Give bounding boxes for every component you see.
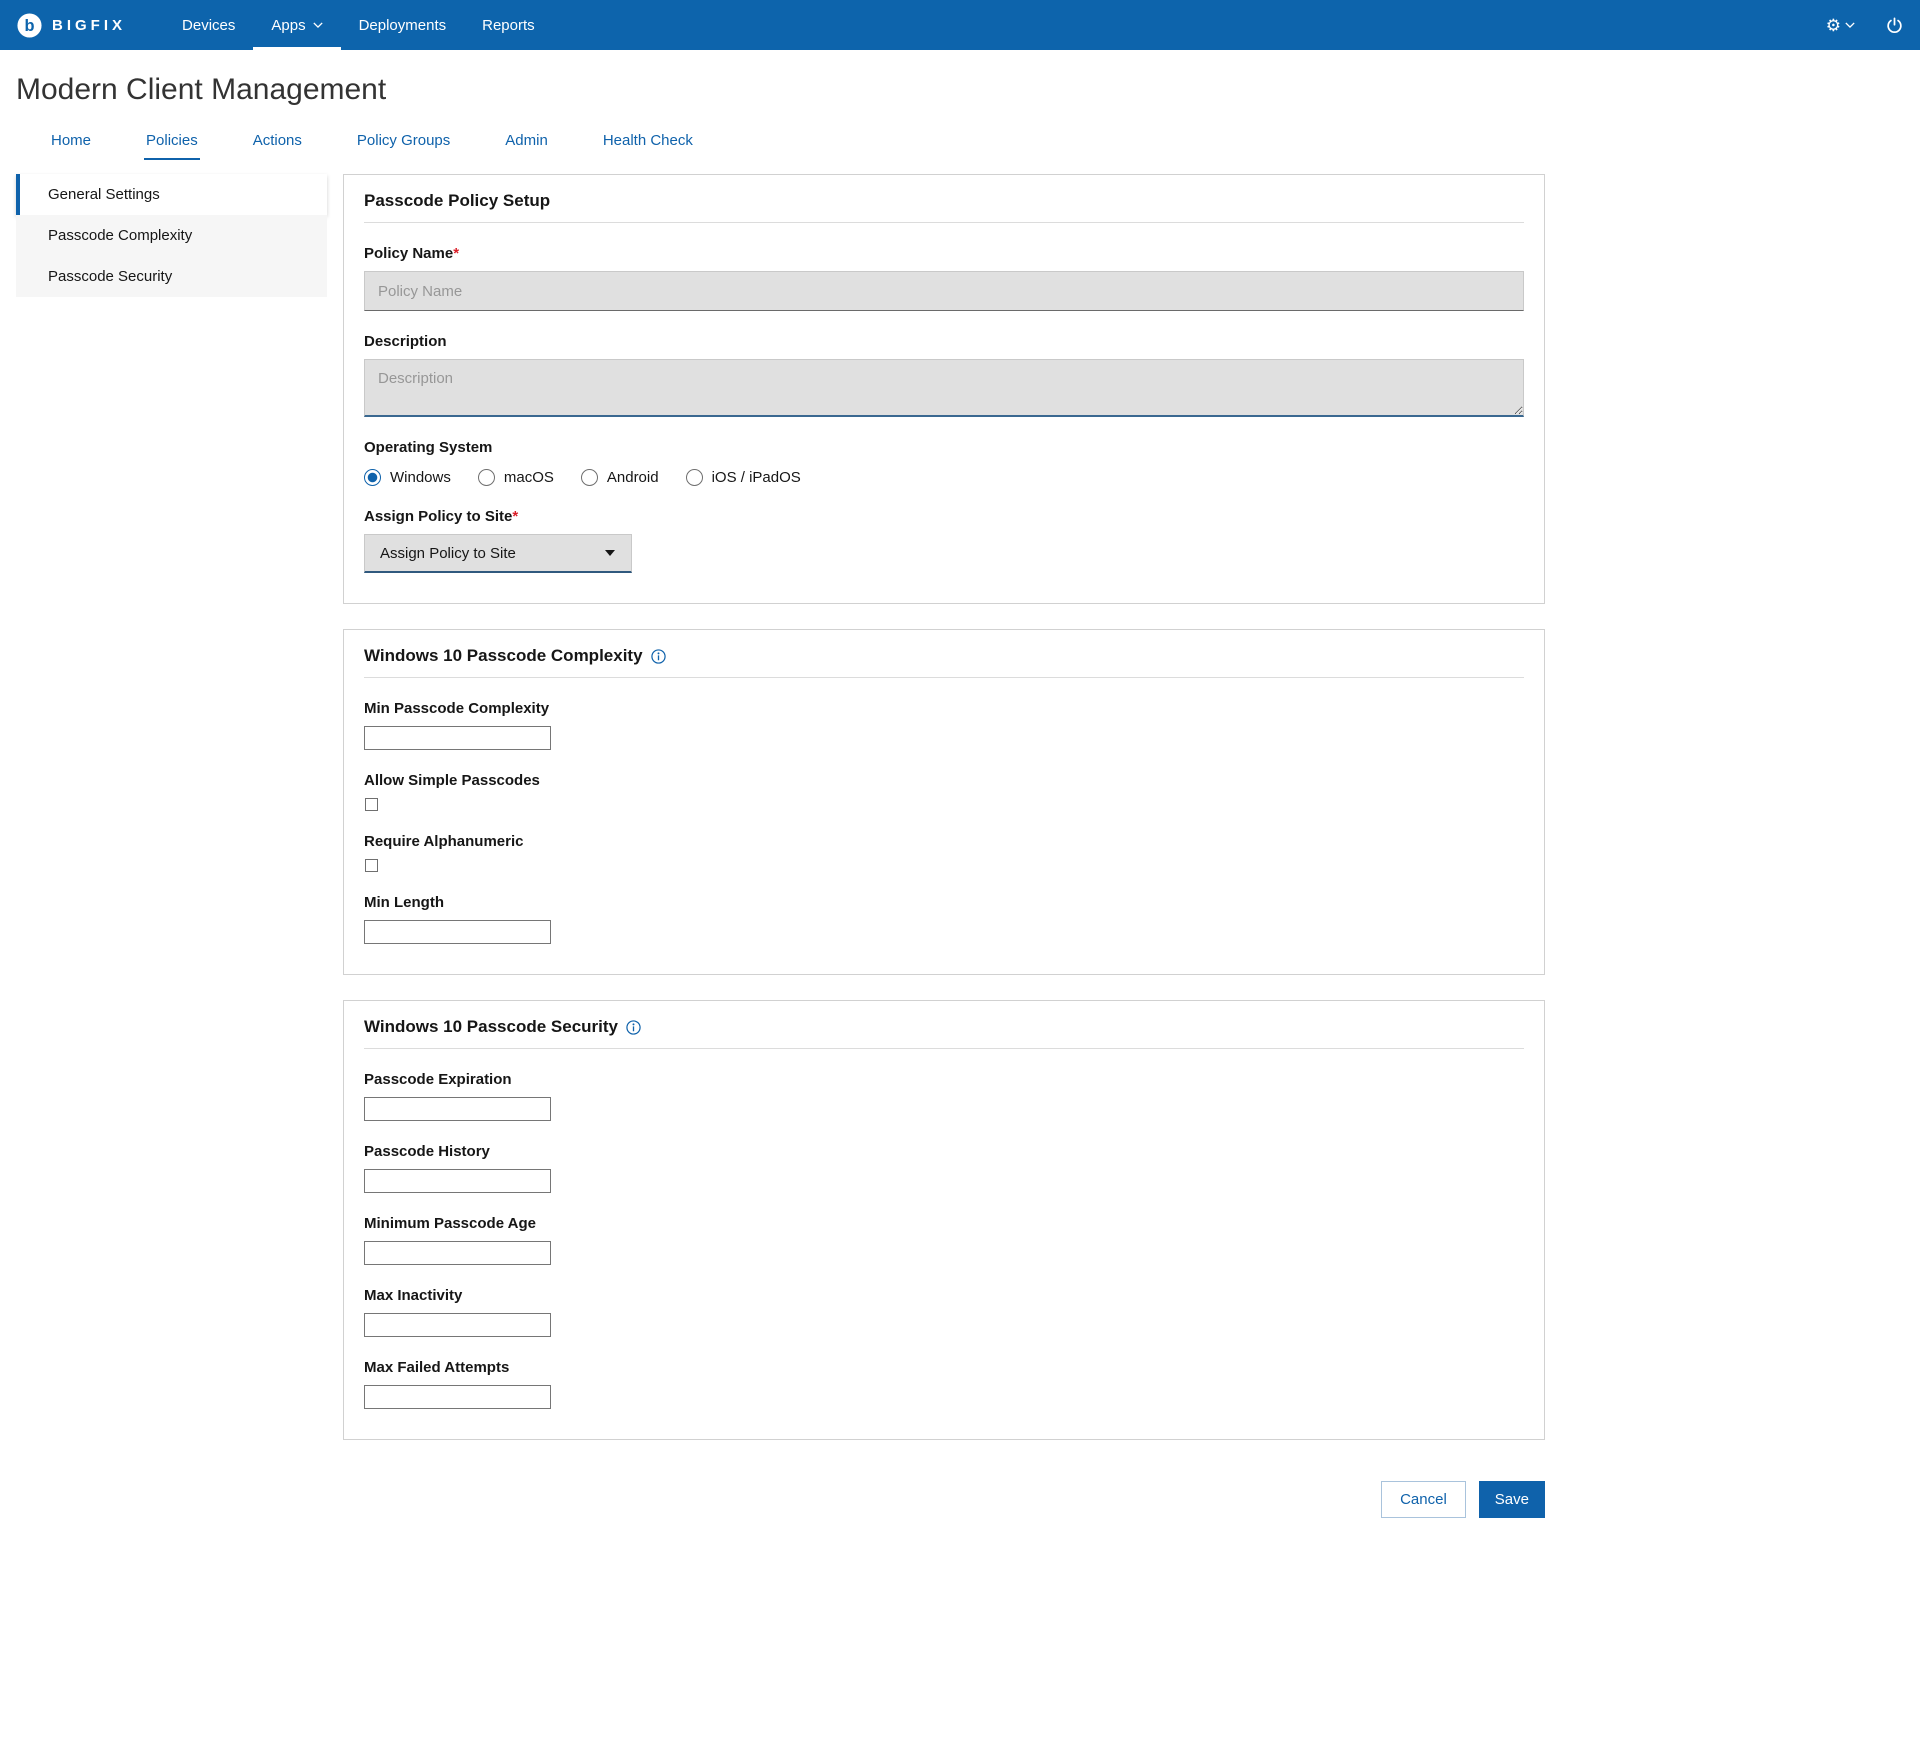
- page-title: Modern Client Management: [0, 50, 1920, 122]
- passcode-policy-setup-panel: Passcode Policy Setup Policy Name* Descr…: [343, 174, 1545, 604]
- operating-system-radio-group: Windows macOS Android iOS / iPadOS: [364, 469, 1524, 486]
- nav-item-deployments[interactable]: Deployments: [341, 0, 465, 50]
- dropdown-selected-value: Assign Policy to Site: [380, 545, 516, 562]
- max-failed-attempts-input[interactable]: [364, 1385, 551, 1409]
- min-length-input[interactable]: [364, 920, 551, 944]
- policy-sidebar: General Settings Passcode Complexity Pas…: [16, 174, 327, 297]
- passcode-expiration-input[interactable]: [364, 1097, 551, 1121]
- passcode-history-input[interactable]: [364, 1169, 551, 1193]
- allow-simple-passcodes-label: Allow Simple Passcodes: [364, 772, 1524, 789]
- assign-site-label-text: Assign Policy to Site: [364, 508, 512, 525]
- bigfix-logo-icon: b: [16, 12, 43, 39]
- tab-actions[interactable]: Actions: [251, 122, 304, 160]
- chevron-down-icon: [313, 20, 323, 30]
- sidebar-item-general-settings[interactable]: General Settings: [16, 174, 327, 215]
- sidebar-item-passcode-complexity[interactable]: Passcode Complexity: [16, 215, 327, 256]
- panel-header: Passcode Policy Setup: [364, 191, 1524, 223]
- footer-action-bar: Cancel Save: [0, 1465, 1920, 1578]
- panel-title: Windows 10 Passcode Complexity: [364, 646, 643, 666]
- required-marker: *: [453, 245, 459, 262]
- main-form-area: Passcode Policy Setup Policy Name* Descr…: [343, 174, 1545, 1465]
- policy-name-label-text: Policy Name: [364, 245, 453, 262]
- primary-nav: Devices Apps Deployments Reports: [164, 0, 553, 50]
- radio-label-ios-ipados: iOS / iPadOS: [712, 469, 801, 486]
- chevron-down-icon: [1845, 20, 1855, 30]
- save-button[interactable]: Save: [1479, 1481, 1545, 1518]
- brand-name: BIGFIX: [52, 17, 126, 34]
- tab-home[interactable]: Home: [49, 122, 93, 160]
- dropdown-caret-icon: [604, 549, 616, 557]
- minimum-passcode-age-input[interactable]: [364, 1241, 551, 1265]
- panel-title: Passcode Policy Setup: [364, 191, 550, 211]
- passcode-security-panel: Windows 10 Passcode Security Passcode Ex…: [343, 1000, 1545, 1440]
- require-alphanumeric-checkbox[interactable]: [365, 859, 378, 872]
- bigfix-logo[interactable]: b BIGFIX: [16, 12, 126, 39]
- power-icon: [1885, 16, 1904, 35]
- passcode-complexity-panel: Windows 10 Passcode Complexity Min Passc…: [343, 629, 1545, 975]
- tab-policies[interactable]: Policies: [144, 122, 200, 160]
- settings-gear-button[interactable]: ⚙: [1826, 17, 1855, 34]
- radio-label-android: Android: [607, 469, 659, 486]
- radio-option-ios-ipados[interactable]: iOS / iPadOS: [686, 469, 801, 486]
- max-failed-attempts-label: Max Failed Attempts: [364, 1359, 1524, 1376]
- nav-item-reports[interactable]: Reports: [464, 0, 553, 50]
- required-marker: *: [512, 508, 518, 525]
- cancel-button[interactable]: Cancel: [1381, 1481, 1466, 1518]
- macos-radio[interactable]: [478, 469, 495, 486]
- power-button[interactable]: [1885, 16, 1904, 35]
- min-passcode-complexity-input[interactable]: [364, 726, 551, 750]
- tab-admin[interactable]: Admin: [503, 122, 550, 160]
- tab-policy-groups[interactable]: Policy Groups: [355, 122, 452, 160]
- require-alphanumeric-label: Require Alphanumeric: [364, 833, 1524, 850]
- nav-item-apps-label: Apps: [271, 17, 305, 34]
- content-area: General Settings Passcode Complexity Pas…: [0, 160, 1920, 1465]
- max-inactivity-input[interactable]: [364, 1313, 551, 1337]
- min-passcode-complexity-label: Min Passcode Complexity: [364, 700, 1524, 717]
- policy-name-label: Policy Name*: [364, 245, 1524, 262]
- android-radio[interactable]: [581, 469, 598, 486]
- assign-policy-to-site-label: Assign Policy to Site*: [364, 508, 1524, 525]
- svg-text:b: b: [24, 16, 34, 34]
- gear-icon: ⚙: [1826, 17, 1841, 34]
- policy-name-input[interactable]: [364, 271, 1524, 311]
- tab-bar: Home Policies Actions Policy Groups Admi…: [0, 122, 1920, 160]
- passcode-history-label: Passcode History: [364, 1143, 1524, 1160]
- panel-header: Windows 10 Passcode Complexity: [364, 646, 1524, 678]
- min-length-label: Min Length: [364, 894, 1524, 911]
- ios-ipados-radio[interactable]: [686, 469, 703, 486]
- panel-header: Windows 10 Passcode Security: [364, 1017, 1524, 1049]
- assign-policy-to-site-dropdown[interactable]: Assign Policy to Site: [364, 534, 632, 573]
- panel-title: Windows 10 Passcode Security: [364, 1017, 618, 1037]
- description-textarea[interactable]: [364, 359, 1524, 417]
- description-label: Description: [364, 333, 1524, 350]
- radio-option-macos[interactable]: macOS: [478, 469, 554, 486]
- tab-health-check[interactable]: Health Check: [601, 122, 695, 160]
- nav-item-apps[interactable]: Apps: [253, 0, 340, 50]
- sidebar-item-passcode-security[interactable]: Passcode Security: [16, 256, 327, 297]
- navbar-right-controls: ⚙: [1826, 16, 1904, 35]
- max-inactivity-label: Max Inactivity: [364, 1287, 1524, 1304]
- radio-option-android[interactable]: Android: [581, 469, 659, 486]
- top-navbar: b BIGFIX Devices Apps Deployments Report…: [0, 0, 1920, 50]
- radio-label-macos: macOS: [504, 469, 554, 486]
- allow-simple-passcodes-checkbox[interactable]: [365, 798, 378, 811]
- radio-label-windows: Windows: [390, 469, 451, 486]
- minimum-passcode-age-label: Minimum Passcode Age: [364, 1215, 1524, 1232]
- info-icon[interactable]: [651, 649, 666, 664]
- windows-radio[interactable]: [364, 469, 381, 486]
- radio-option-windows[interactable]: Windows: [364, 469, 451, 486]
- passcode-expiration-label: Passcode Expiration: [364, 1071, 1524, 1088]
- operating-system-label: Operating System: [364, 439, 1524, 456]
- info-icon[interactable]: [626, 1020, 641, 1035]
- nav-item-devices[interactable]: Devices: [164, 0, 253, 50]
